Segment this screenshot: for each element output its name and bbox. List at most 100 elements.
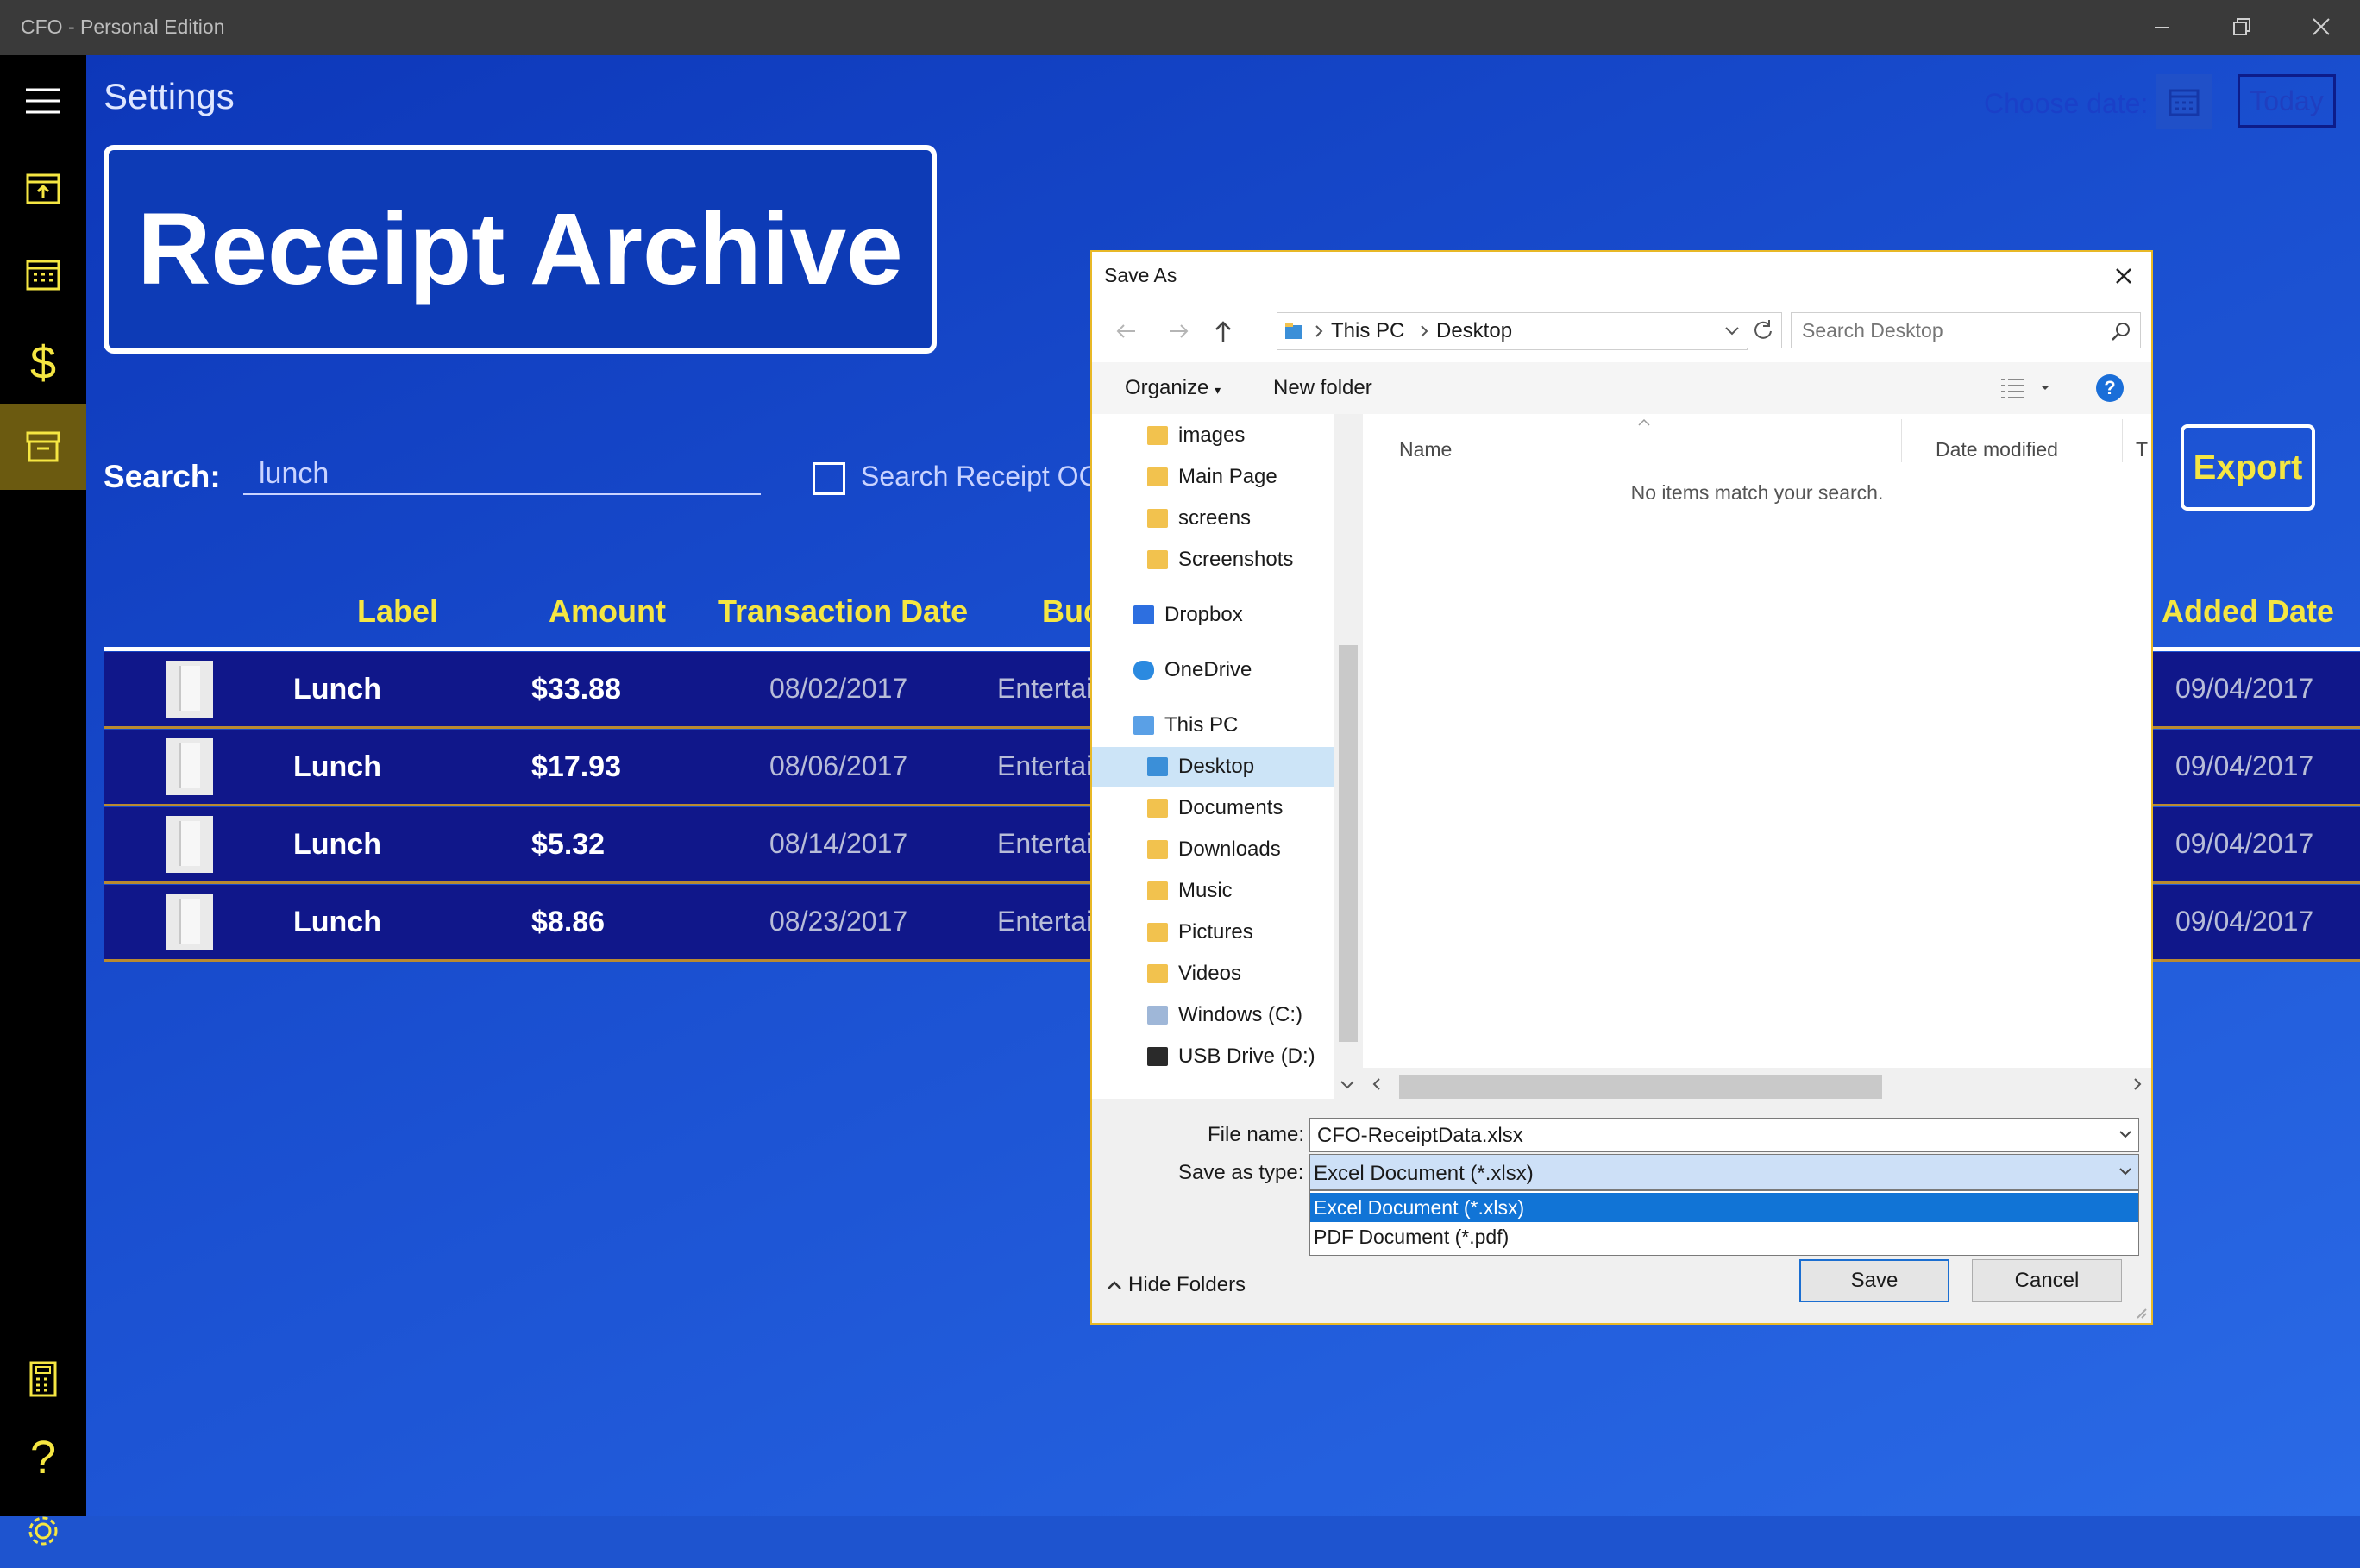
- cancel-button[interactable]: Cancel: [1972, 1259, 2122, 1302]
- archive-icon[interactable]: [0, 404, 86, 490]
- receipt-thumbnail[interactable]: [166, 738, 213, 795]
- horizontal-scroll-thumb[interactable]: [1399, 1075, 1882, 1099]
- tree-item-label: Windows (C:): [1178, 1003, 1303, 1026]
- up-arrow-icon[interactable]: [1208, 316, 1239, 347]
- tree-item-this-pc[interactable]: This PC: [1092, 706, 1363, 745]
- receipt-thumbnail[interactable]: [166, 816, 213, 873]
- settings-icon[interactable]: [0, 1494, 86, 1568]
- title-bar: CFO - Personal Edition: [0, 0, 2360, 55]
- receipt-thumbnail[interactable]: [166, 894, 213, 950]
- dollar-icon[interactable]: $: [0, 324, 86, 398]
- column-header-label[interactable]: Label: [357, 593, 438, 630]
- restore-button[interactable]: [2201, 0, 2281, 55]
- column-date-modified[interactable]: Date modified: [1936, 438, 2058, 461]
- help-icon[interactable]: ?: [0, 1420, 86, 1494]
- scroll-left-icon[interactable]: [1370, 1076, 1384, 1092]
- calendar-icon[interactable]: [0, 236, 86, 310]
- organize-button[interactable]: Organize ▾: [1125, 376, 1221, 400]
- column-name[interactable]: Name: [1399, 438, 1452, 461]
- address-bar[interactable]: This PC Desktop: [1277, 312, 1748, 350]
- tree-item-onedrive[interactable]: OneDrive: [1092, 650, 1363, 690]
- tree-item-label: Desktop: [1178, 755, 1255, 778]
- tree-scroll-thumb[interactable]: [1339, 645, 1358, 1042]
- save-as-type-select[interactable]: Excel Document (*.xlsx): [1309, 1154, 2139, 1190]
- resize-grip-icon[interactable]: [2132, 1304, 2148, 1320]
- tree-item-windows-c[interactable]: Windows (C:): [1092, 995, 1363, 1035]
- menu-icon[interactable]: [0, 64, 86, 138]
- scroll-down-icon[interactable]: [1337, 1076, 1358, 1094]
- chevron-down-icon[interactable]: [2118, 1166, 2133, 1178]
- tree-item-desktop[interactable]: Desktop: [1092, 747, 1363, 787]
- file-name-label: File name:: [1208, 1123, 1305, 1146]
- receipt-archive-banner: Receipt Archive: [104, 145, 937, 354]
- usb-drive-icon: [1147, 1047, 1168, 1066]
- chevron-right-icon: [1421, 325, 1428, 337]
- close-window-button[interactable]: [2281, 0, 2360, 55]
- tree-item-dropbox[interactable]: Dropbox: [1092, 595, 1363, 635]
- calendar-icon: [2169, 89, 2200, 116]
- search-icon[interactable]: [2110, 321, 2132, 343]
- tree-item-screens[interactable]: screens: [1092, 499, 1363, 538]
- help-icon[interactable]: ?: [2096, 374, 2124, 402]
- tree-item-pictures[interactable]: Pictures: [1092, 913, 1363, 952]
- tree-item-usb-drive-d[interactable]: USB Drive (D:): [1092, 1037, 1363, 1076]
- tree-item-videos[interactable]: Videos: [1092, 954, 1363, 994]
- breadcrumb-this-pc[interactable]: This PC: [1331, 319, 1404, 343]
- close-icon[interactable]: [2108, 260, 2139, 292]
- tree-scrollbar[interactable]: [1334, 414, 1363, 1099]
- option-excel[interactable]: Excel Document (*.xlsx): [1310, 1193, 2138, 1222]
- tree-item-label: images: [1178, 423, 1246, 447]
- date-picker-button[interactable]: [2156, 74, 2212, 129]
- tree-item-documents[interactable]: Documents: [1092, 788, 1363, 828]
- calendar-upload-icon[interactable]: [0, 150, 86, 224]
- scroll-right-icon[interactable]: [2131, 1076, 2144, 1092]
- row-added-date: 09/04/2017: [2175, 828, 2314, 859]
- chevron-down-icon[interactable]: [1724, 324, 1740, 338]
- page-title: Settings: [104, 76, 235, 116]
- export-button[interactable]: Export: [2181, 424, 2315, 511]
- tree-item-images[interactable]: images: [1092, 416, 1363, 455]
- forward-arrow-icon[interactable]: [1163, 316, 1194, 347]
- onedrive-icon: [1133, 661, 1154, 680]
- save-button[interactable]: Save: [1799, 1259, 1949, 1302]
- ocr-search-checkbox[interactable]: [813, 462, 845, 495]
- nav-rail: $ ?: [0, 55, 86, 1546]
- tree-item-label: Documents: [1178, 796, 1284, 819]
- tree-item-downloads[interactable]: Downloads: [1092, 830, 1363, 869]
- option-pdf[interactable]: PDF Document (*.pdf): [1310, 1222, 2138, 1251]
- drive-icon: [1147, 1006, 1168, 1025]
- tree-item-main-page[interactable]: Main Page: [1092, 457, 1363, 497]
- new-folder-button[interactable]: New folder: [1273, 376, 1372, 400]
- file-name-field[interactable]: CFO-ReceiptData.xlsx: [1309, 1118, 2139, 1152]
- row-label: Lunch: [293, 673, 381, 706]
- tree-item-label: Screenshots: [1178, 548, 1294, 571]
- chevron-up-icon: [1108, 1281, 1121, 1289]
- documents-icon: [1147, 799, 1168, 818]
- tree-item-screenshots[interactable]: Screenshots: [1092, 540, 1363, 580]
- horizontal-scrollbar[interactable]: [1363, 1068, 2151, 1099]
- row-added-date: 09/04/2017: [2175, 750, 2314, 781]
- tree-item-label: screens: [1178, 506, 1252, 530]
- today-button[interactable]: Today: [2238, 74, 2336, 128]
- tree-item-label: This PC: [1164, 713, 1239, 737]
- search-input[interactable]: [243, 454, 761, 495]
- row-amount: $5.32: [531, 828, 606, 861]
- tree-item-music[interactable]: Music: [1092, 871, 1363, 911]
- back-arrow-icon[interactable]: [1111, 316, 1142, 347]
- breadcrumb-desktop[interactable]: Desktop: [1436, 319, 1512, 343]
- dialog-title: Save As: [1104, 264, 1177, 286]
- hide-folders-button[interactable]: Hide Folders: [1106, 1273, 1246, 1297]
- refresh-icon[interactable]: [1746, 312, 1782, 348]
- column-header-added-date[interactable]: Added Date: [2162, 593, 2334, 630]
- search-desktop-input[interactable]: [1791, 312, 2141, 348]
- receipt-thumbnail[interactable]: [166, 661, 213, 718]
- column-header-amount[interactable]: Amount: [549, 593, 666, 630]
- chevron-down-icon[interactable]: [2118, 1129, 2133, 1141]
- tree-item-label: Downloads: [1178, 837, 1281, 861]
- minimize-button[interactable]: [2122, 0, 2201, 55]
- column-divider: [1901, 419, 1902, 462]
- view-options-icon[interactable]: [1998, 374, 2058, 402]
- column-header-transaction-date[interactable]: Transaction Date: [718, 593, 968, 630]
- calculator-icon[interactable]: [0, 1342, 86, 1416]
- column-type[interactable]: T: [2136, 438, 2148, 461]
